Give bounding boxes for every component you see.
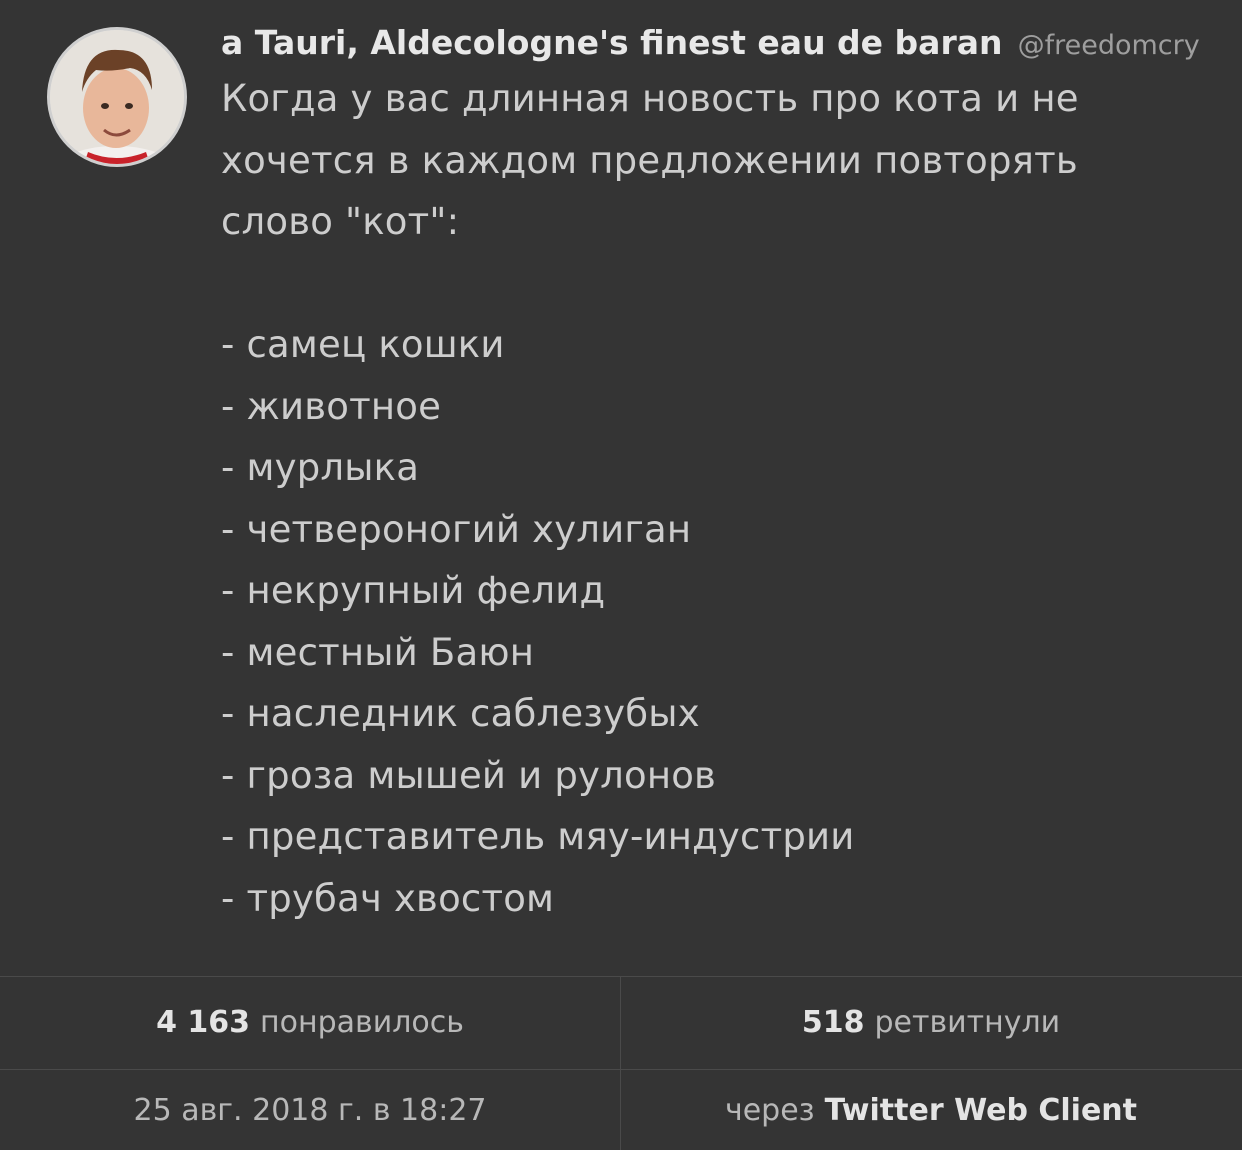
tweet-text: Когда у вас длинная новость про кота и н… xyxy=(221,68,1221,929)
date-text: 25 авг. 2018 г. в 18:27 xyxy=(133,1092,487,1128)
tweet-header: a Tauri, Aldecologne's finest eau de bar… xyxy=(221,20,1200,72)
avatar[interactable] xyxy=(47,27,187,167)
author-handle[interactable]: @freedomcry xyxy=(1018,30,1200,61)
retweets-label: ретвитнули xyxy=(874,1005,1061,1040)
tweet-text-line: слово "кот": xyxy=(221,200,460,243)
tweet-text-line: хочется в каждом предложении повторять xyxy=(221,138,1078,182)
via-label: через xyxy=(725,1092,815,1128)
list-item: - наследник саблезубых xyxy=(221,692,700,735)
retweets-count: 518 xyxy=(801,1005,865,1040)
retweets-stat[interactable]: 518 ретвитнули xyxy=(621,976,1241,1069)
likes-label: понравилось xyxy=(260,1005,464,1040)
list-item: - мурлыка xyxy=(221,446,420,489)
child-portrait-image xyxy=(50,30,184,164)
list-item: - трубач хвостом xyxy=(221,876,555,920)
tweet-stats: 4 163 понравилось 518 ретвитнули 25 авг.… xyxy=(0,976,1242,1150)
likes-count: 4 163 xyxy=(156,1005,251,1040)
list-item: - четвероногий хулиган xyxy=(221,507,692,551)
author-display-name[interactable]: a Tauri, Aldecologne's finest eau de bar… xyxy=(221,23,1002,62)
list-item: - местный Баюн xyxy=(221,630,535,674)
client-name[interactable]: Twitter Web Client xyxy=(825,1093,1137,1128)
list-item: - гроза мышей и рулонов xyxy=(221,753,717,797)
tweet-date[interactable]: 25 авг. 2018 г. в 18:27 xyxy=(0,1070,620,1150)
list-item: - самец кошки xyxy=(221,323,505,366)
tweet-text-line: Когда у вас длинная новость про кота и н… xyxy=(221,77,1079,120)
tweet-source[interactable]: через Twitter Web Client xyxy=(621,1070,1241,1150)
list-item: - представитель мяу-индустрии xyxy=(221,815,855,858)
list-item: - животное xyxy=(221,384,442,428)
list-item: - некрупный фелид xyxy=(221,569,606,612)
likes-stat[interactable]: 4 163 понравилось xyxy=(0,976,620,1069)
